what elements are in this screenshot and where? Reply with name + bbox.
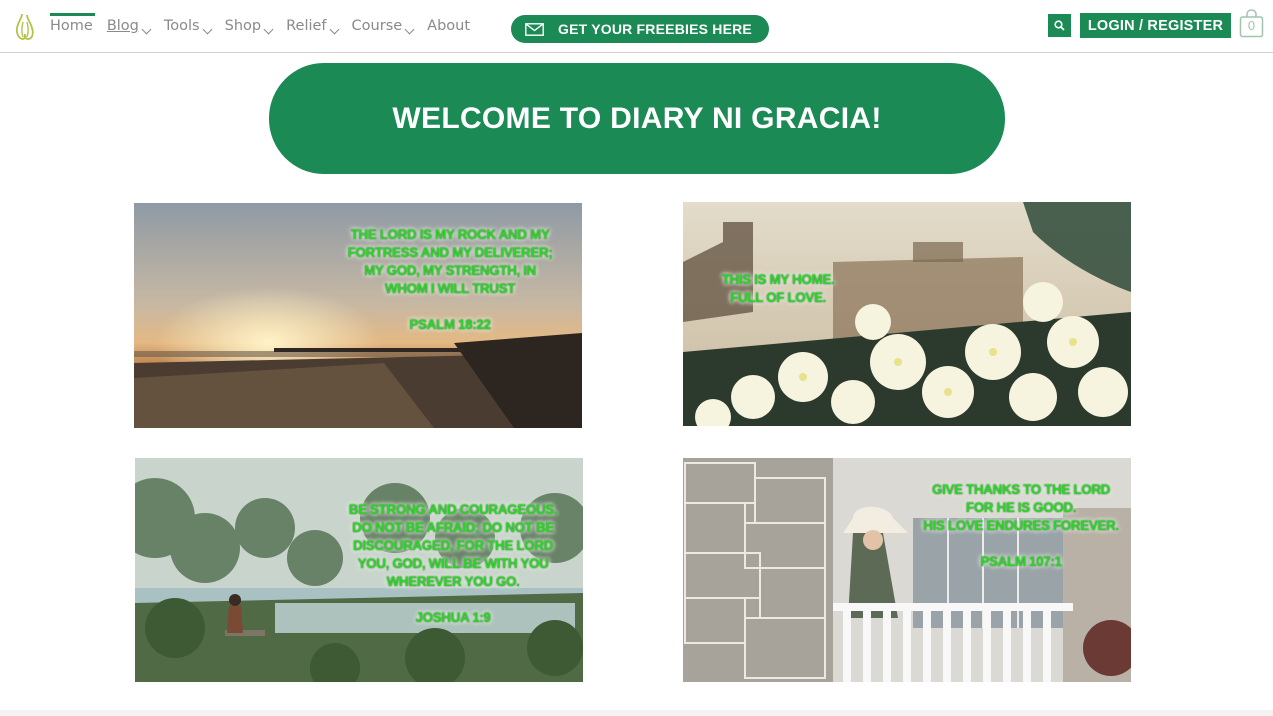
verse-card-home[interactable]: THIS IS MY HOME. FULL OF LOVE. (683, 202, 1131, 426)
verse-line: FORTRESS AND MY DELIVERER; (347, 245, 553, 260)
verse-line: DO NOT BE AFRAID; DO NOT BE (352, 520, 554, 535)
verse-line: GIVE THANKS TO THE LORD (931, 482, 1111, 497)
login-register-button[interactable]: LOGIN / REGISTER (1080, 13, 1231, 38)
verse-line: FOR HE IS GOOD. (965, 500, 1077, 515)
nav-item-course[interactable]: Course (351, 0, 415, 52)
search-icon (1054, 20, 1065, 31)
chevron-down-icon (329, 24, 339, 35)
verse-text: GIVE THANKS TO THE LORD FOR HE IS GOOD. … (921, 481, 1121, 571)
cart-button[interactable]: 0 (1239, 9, 1264, 38)
verse-reference: PSALM 18:22 (409, 317, 491, 332)
nav-item-home[interactable]: Home (50, 0, 95, 52)
verse-line: YOU, GOD, WILL BE WITH YOU (357, 556, 549, 571)
nav-item-shop[interactable]: Shop (224, 0, 274, 52)
nav-label: Shop (224, 18, 262, 34)
nav-item-about[interactable]: About (427, 0, 470, 52)
site-header: Home Blog Tools Shop Relief Course About (0, 0, 1273, 53)
verse-line: MY GOD, MY STRENGTH, IN (364, 263, 536, 278)
chevron-down-icon (141, 24, 152, 35)
chevron-down-icon (202, 24, 213, 35)
nav-label: Tools (163, 18, 200, 34)
verse-line: DISCOURAGED, FOR THE LORD (352, 538, 553, 553)
verse-line: HIS LOVE ENDURES FOREVER. (923, 518, 1119, 533)
verse-line: THE LORD IS MY ROCK AND MY (350, 227, 550, 242)
chevron-down-icon (404, 24, 415, 35)
verse-reference: JOSHUA 1:9 (415, 610, 491, 625)
page-title: WELCOME TO DIARY NI GRACIA! (392, 101, 882, 135)
nav-label: Course (351, 18, 403, 34)
verse-line: THIS IS MY HOME. (721, 272, 835, 287)
verse-card-courage[interactable]: BE STRONG AND COURAGEOUS. DO NOT BE AFRA… (135, 458, 583, 682)
nav-label: Relief (286, 18, 327, 34)
verse-line: WHOM I WILL TRUST (384, 281, 516, 296)
envelope-icon (525, 22, 544, 36)
verse-text: THE LORD IS MY ROCK AND MY FORTRESS AND … (330, 226, 570, 334)
nav-item-blog[interactable]: Blog (106, 0, 152, 52)
freebies-button[interactable]: GET YOUR FREEBIES HERE (511, 15, 769, 43)
nav-item-relief[interactable]: Relief (286, 0, 339, 52)
verse-line: FULL OF LOVE. (730, 290, 826, 305)
verse-line: BE STRONG AND COURAGEOUS. (348, 502, 558, 517)
verse-reference: PSALM 107:1 (980, 554, 1062, 569)
verse-line: WHEREVER YOU GO. (386, 574, 520, 589)
section-divider (0, 710, 1273, 716)
verse-card-rock[interactable]: THE LORD IS MY ROCK AND MY FORTRESS AND … (134, 203, 582, 428)
nav-label: About (427, 18, 471, 34)
welcome-banner: WELCOME TO DIARY NI GRACIA! (269, 63, 1005, 174)
cart-count: 0 (1247, 18, 1256, 33)
white-flowers-image (683, 202, 1131, 426)
pear-logo-icon[interactable] (12, 12, 38, 40)
search-button[interactable] (1048, 14, 1071, 37)
main-nav: Home Blog Tools Shop Relief Course About (50, 0, 484, 52)
nav-label: Blog (106, 18, 139, 34)
chevron-down-icon (263, 24, 274, 35)
nav-label: Home (50, 18, 93, 34)
verse-text: THIS IS MY HOME. FULL OF LOVE. (703, 271, 853, 307)
nav-item-tools[interactable]: Tools (163, 0, 213, 52)
verse-card-thanks[interactable]: GIVE THANKS TO THE LORD FOR HE IS GOOD. … (683, 458, 1131, 682)
freebies-label: GET YOUR FREEBIES HERE (558, 21, 752, 37)
verse-text: BE STRONG AND COURAGEOUS. DO NOT BE AFRA… (335, 501, 571, 627)
